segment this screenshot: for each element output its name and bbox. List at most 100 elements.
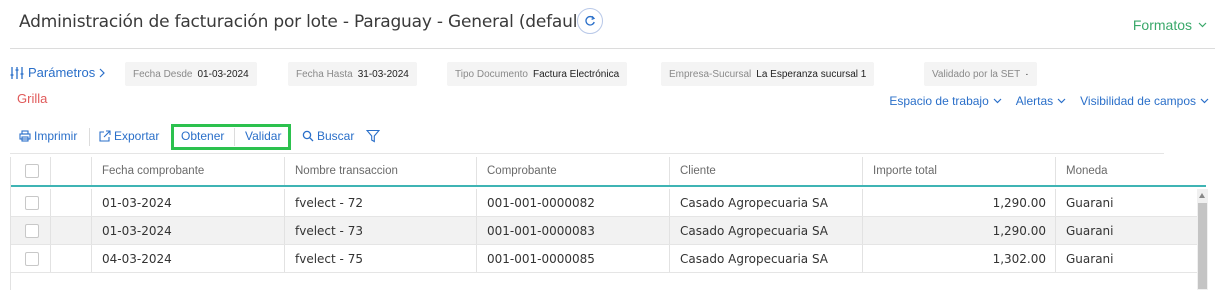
row-select-cell bbox=[11, 189, 51, 216]
chevron-right-icon bbox=[99, 68, 106, 77]
chip-fecha-desde[interactable]: Fecha Desde 01-03-2024 bbox=[125, 62, 257, 86]
cell-fecha: 01-03-2024 bbox=[92, 217, 285, 244]
search-label: Buscar bbox=[317, 129, 355, 143]
cell-comprobante: 001-001-0000083 bbox=[477, 217, 670, 244]
chip-value: · bbox=[1025, 68, 1029, 80]
column-header-comprobante[interactable]: Comprobante bbox=[477, 157, 670, 185]
search-icon bbox=[302, 130, 314, 142]
row-checkbox[interactable] bbox=[25, 251, 39, 266]
obtain-button[interactable]: Obtener bbox=[181, 129, 224, 143]
column-header-cliente[interactable]: Cliente bbox=[670, 157, 863, 185]
row-select-cell bbox=[11, 245, 51, 272]
refresh-icon bbox=[585, 15, 596, 26]
chevron-down-icon bbox=[993, 98, 1002, 104]
external-link-icon bbox=[99, 130, 111, 142]
row-checkbox[interactable] bbox=[25, 223, 39, 238]
cell-importe: 1,290.00 bbox=[863, 217, 1056, 244]
spacer-cell bbox=[51, 245, 92, 272]
grid-options-menu: Espacio de trabajo Alertas Visibilidad d… bbox=[889, 94, 1209, 108]
row-select-cell bbox=[11, 217, 51, 244]
column-header-importe[interactable]: Importe total bbox=[863, 157, 1056, 185]
chip-label: Fecha Desde bbox=[133, 68, 193, 80]
cell-cliente: Casado Agropecuaria SA bbox=[670, 217, 863, 244]
filter-button[interactable] bbox=[366, 129, 380, 143]
validate-label: Validar bbox=[245, 129, 282, 143]
fields-visibility-label: Visibilidad de campos bbox=[1080, 94, 1196, 108]
chip-label: Empresa-Sucursal bbox=[669, 68, 752, 80]
refresh-button[interactable] bbox=[577, 8, 603, 34]
cell-moneda: Guarani bbox=[1066, 223, 1114, 238]
export-button[interactable]: Exportar bbox=[99, 129, 159, 143]
parameters-label: Parámetros bbox=[28, 65, 96, 80]
spacer-column-header bbox=[51, 157, 92, 185]
cell-importe: 1,302.00 bbox=[863, 245, 1056, 272]
chip-label: Validado por la SET bbox=[932, 68, 1021, 80]
data-grid: Fecha comprobante Nombre transaccion Com… bbox=[10, 157, 1215, 290]
header-divider bbox=[10, 48, 1215, 49]
grid-toolbar: Imprimir Exportar Obtener Validar Buscar bbox=[15, 124, 1215, 150]
cell-fecha: 01-03-2024 bbox=[92, 189, 285, 216]
cell-comprobante: 001-001-0000085 bbox=[477, 245, 670, 272]
cell-fecha: 04-03-2024 bbox=[92, 245, 285, 272]
parameters-link[interactable]: Parámetros bbox=[10, 65, 106, 80]
column-header-moneda[interactable]: Moneda bbox=[1056, 157, 1206, 185]
printer-icon bbox=[19, 130, 31, 142]
validate-button[interactable]: Validar bbox=[245, 129, 281, 143]
workspace-dropdown[interactable]: Espacio de trabajo bbox=[889, 94, 1002, 108]
cell-cliente: Casado Agropecuaria SA bbox=[670, 245, 863, 272]
alerts-dropdown[interactable]: Alertas bbox=[1016, 94, 1066, 108]
toolbar-divider bbox=[234, 128, 235, 146]
cell-moneda: Guarani bbox=[1066, 251, 1114, 266]
table-row[interactable]: 01-03-2024 fvelect - 73 001-001-0000083 … bbox=[11, 217, 1197, 245]
export-label: Exportar bbox=[114, 129, 160, 143]
fields-visibility-dropdown[interactable]: Visibilidad de campos bbox=[1080, 94, 1209, 108]
chip-label: Tipo Documento bbox=[455, 68, 528, 80]
chip-value: Factura Electrónica bbox=[533, 68, 620, 80]
table-row[interactable]: 01-03-2024 fvelect - 72 001-001-0000082 … bbox=[11, 189, 1197, 217]
alerts-label: Alertas bbox=[1015, 94, 1054, 108]
toolbar-divider-line bbox=[10, 153, 1164, 154]
print-button[interactable]: Imprimir bbox=[19, 129, 77, 143]
workspace-label: Espacio de trabajo bbox=[889, 94, 989, 108]
select-all-cell bbox=[11, 157, 51, 185]
grid-section-label: Grilla bbox=[17, 91, 48, 106]
chip-validado-set[interactable]: Validado por la SET · bbox=[924, 62, 1037, 86]
parameters-row: Parámetros Fecha Desde 01-03-2024 Fecha … bbox=[0, 62, 1219, 86]
formats-dropdown[interactable]: Formatos bbox=[1133, 17, 1207, 33]
cell-cliente: Casado Agropecuaria SA bbox=[670, 189, 863, 216]
filter-icon bbox=[366, 129, 380, 143]
column-header-fecha[interactable]: Fecha comprobante bbox=[92, 157, 285, 185]
chevron-down-icon bbox=[1057, 98, 1066, 104]
page-title: Administración de facturación por lote -… bbox=[19, 12, 591, 32]
formats-label: Formatos bbox=[1132, 17, 1192, 33]
table-row[interactable]: 04-03-2024 fvelect - 75 001-001-0000085 … bbox=[11, 245, 1197, 273]
select-all-checkbox[interactable] bbox=[25, 164, 39, 178]
chip-value: 31-03-2024 bbox=[357, 68, 409, 80]
page-header: Administración de facturación por lote -… bbox=[0, 0, 1219, 48]
cell-nombre: fvelect - 75 bbox=[285, 245, 477, 272]
chip-tipo-documento[interactable]: Tipo Documento Factura Electrónica bbox=[447, 62, 628, 86]
chevron-down-icon bbox=[1198, 22, 1207, 28]
chip-value: La Esperanza sucursal 1 bbox=[756, 68, 867, 80]
toolbar-divider bbox=[89, 128, 90, 146]
chip-fecha-hasta[interactable]: Fecha Hasta 31-03-2024 bbox=[288, 62, 417, 86]
cell-importe: 1,290.00 bbox=[863, 189, 1056, 216]
spacer-cell bbox=[51, 189, 92, 216]
search-button[interactable]: Buscar bbox=[302, 129, 354, 143]
scroll-up-arrow-icon[interactable] bbox=[1199, 193, 1205, 198]
vertical-scrollbar[interactable] bbox=[1197, 189, 1208, 290]
sliders-icon bbox=[10, 66, 24, 79]
cell-nombre: fvelect - 73 bbox=[285, 217, 477, 244]
chip-empresa-sucursal[interactable]: Empresa-Sucursal La Esperanza sucursal 1 bbox=[661, 62, 875, 86]
cell-moneda: Guarani bbox=[1066, 195, 1114, 210]
print-label: Imprimir bbox=[34, 129, 78, 143]
obtain-label: Obtener bbox=[181, 129, 225, 143]
chevron-down-icon bbox=[1200, 98, 1209, 104]
chip-value: 01-03-2024 bbox=[197, 68, 249, 80]
cell-comprobante: 001-001-0000082 bbox=[477, 189, 670, 216]
chip-label: Fecha Hasta bbox=[296, 68, 353, 80]
row-checkbox[interactable] bbox=[25, 195, 39, 210]
grid-header: Fecha comprobante Nombre transaccion Com… bbox=[11, 157, 1206, 187]
column-header-nombre[interactable]: Nombre transaccion bbox=[285, 157, 477, 185]
scroll-thumb[interactable] bbox=[1198, 203, 1207, 289]
